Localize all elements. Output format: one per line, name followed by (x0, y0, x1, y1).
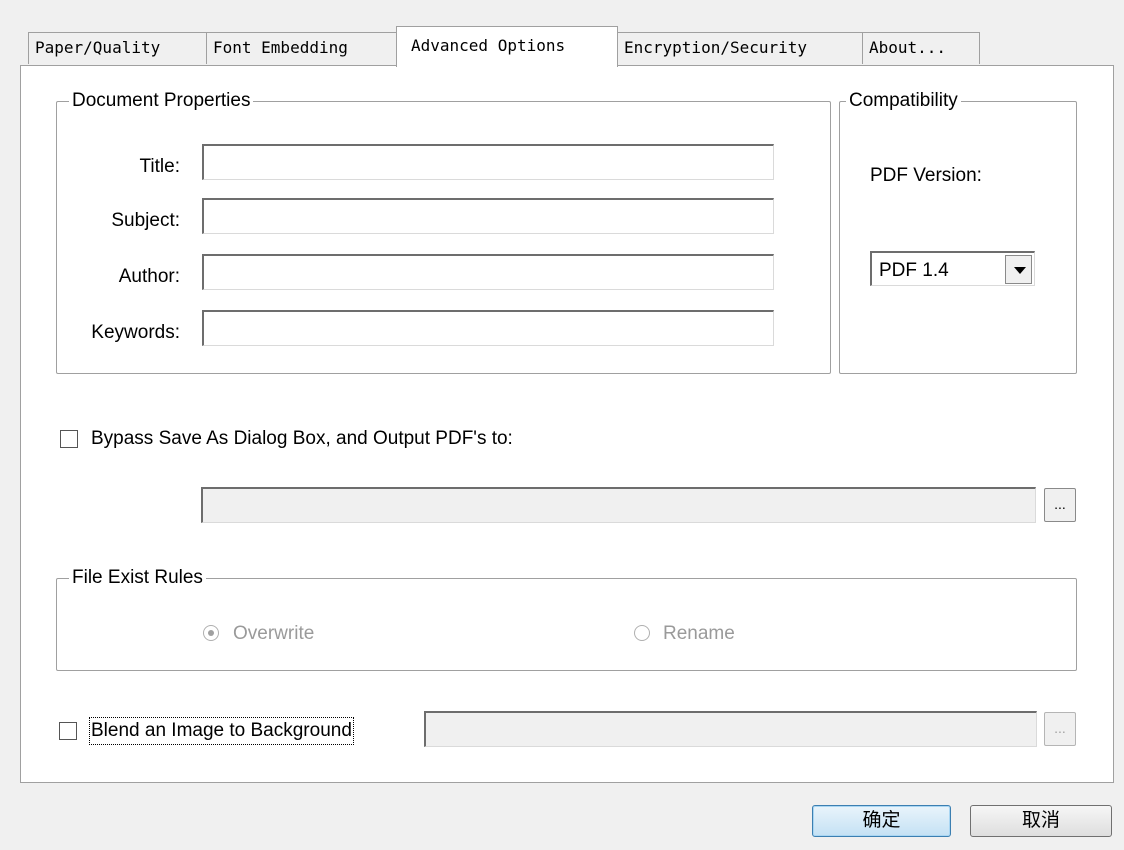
pdf-version-select[interactable]: PDF 1.4 (870, 251, 1035, 286)
radio-selected-dot-icon (208, 630, 214, 636)
cancel-button[interactable]: 取消 (970, 805, 1112, 837)
pdf-version-label: PDF Version: (870, 165, 982, 186)
file-exist-rules-legend: File Exist Rules (69, 566, 206, 590)
tab-paper-quality[interactable]: Paper/Quality (28, 32, 207, 64)
tab-font-embedding[interactable]: Font Embedding (206, 32, 399, 64)
bypass-save-label: Bypass Save As Dialog Box, and Output PD… (91, 428, 513, 449)
blend-image-label: Blend an Image to Background (89, 717, 354, 745)
overwrite-radio[interactable] (203, 625, 219, 641)
ok-button[interactable]: 确定 (812, 805, 951, 837)
output-path-field[interactable] (201, 487, 1036, 523)
compatibility-legend: Compatibility (846, 89, 961, 113)
tab-about[interactable]: About... (862, 32, 980, 64)
keywords-field[interactable] (202, 310, 774, 346)
title-label: Title: (139, 156, 180, 177)
blend-image-browse-button[interactable]: ... (1044, 712, 1076, 746)
document-properties-legend: Document Properties (69, 89, 254, 113)
blend-image-path-field[interactable] (424, 711, 1037, 747)
overwrite-label: Overwrite (233, 623, 315, 644)
keywords-label: Keywords: (91, 322, 180, 343)
document-properties-group: Document Properties Title: Subject: Auth… (56, 89, 831, 374)
advanced-options-panel: Document Properties Title: Subject: Auth… (20, 65, 1114, 783)
rename-radio[interactable] (634, 625, 650, 641)
dropdown-arrow-button[interactable] (1005, 255, 1032, 284)
rename-label: Rename (663, 623, 735, 644)
tab-advanced-options[interactable]: Advanced Options (396, 26, 618, 67)
tab-encryption-security[interactable]: Encryption/Security (617, 32, 863, 64)
subject-field[interactable] (202, 198, 774, 234)
title-field[interactable] (202, 144, 774, 180)
pdf-version-value: PDF 1.4 (879, 260, 949, 281)
blend-image-checkbox[interactable] (59, 722, 77, 740)
author-field[interactable] (202, 254, 774, 290)
subject-label: Subject: (111, 210, 180, 231)
compatibility-group: Compatibility PDF Version: PDF 1.4 (839, 89, 1077, 374)
output-path-browse-button[interactable]: ... (1044, 488, 1076, 522)
bypass-save-checkbox[interactable] (60, 430, 78, 448)
author-label: Author: (118, 266, 180, 287)
chevron-down-icon (1014, 267, 1026, 274)
file-exist-rules-group: File Exist Rules Overwrite Rename (56, 566, 1077, 671)
